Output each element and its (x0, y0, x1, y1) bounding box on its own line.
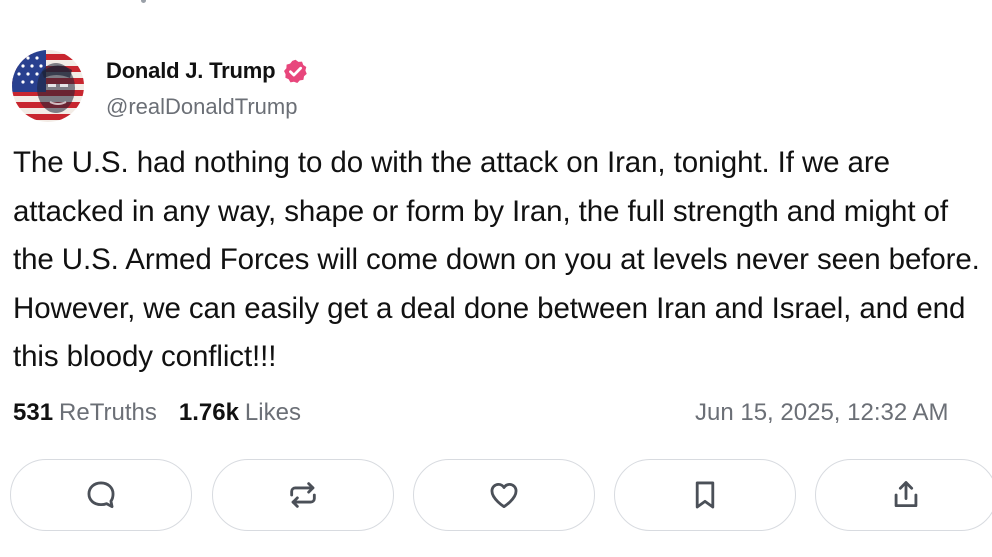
bookmark-icon (695, 481, 715, 509)
action-bar (10, 459, 992, 533)
likes-count[interactable]: 1.76k (179, 399, 239, 427)
engagement-stats: 531 ReTruths 1.76k Likes (13, 398, 301, 428)
truth-post: Donald J. Trump @realDonaldTrump The U.S… (0, 0, 992, 557)
chat-bubble-icon (87, 481, 115, 509)
retruth-button[interactable] (212, 459, 394, 531)
author-row: Donald J. Trump (106, 56, 309, 86)
divider-dot (141, 0, 146, 3)
heart-icon (490, 482, 518, 509)
share-button[interactable] (815, 459, 992, 531)
avatar-flag-portrait (12, 50, 84, 122)
avatar[interactable] (12, 50, 84, 122)
verified-badge-icon (284, 59, 308, 83)
retruths-label[interactable]: ReTruths (59, 399, 157, 427)
post-timestamp[interactable]: Jun 15, 2025, 12:32 AM (695, 398, 949, 428)
author-handle[interactable]: @realDonaldTrump (106, 94, 297, 120)
share-icon (894, 481, 918, 508)
reply-button[interactable] (10, 459, 192, 531)
repost-arrows-icon (290, 482, 316, 508)
display-name[interactable]: Donald J. Trump (106, 58, 276, 84)
likes-label[interactable]: Likes (245, 399, 301, 427)
post-body: The U.S. had nothing to do with the atta… (13, 146, 980, 373)
retruths-count[interactable]: 531 (13, 399, 53, 427)
bookmark-button[interactable] (614, 459, 796, 531)
like-button[interactable] (413, 459, 595, 531)
